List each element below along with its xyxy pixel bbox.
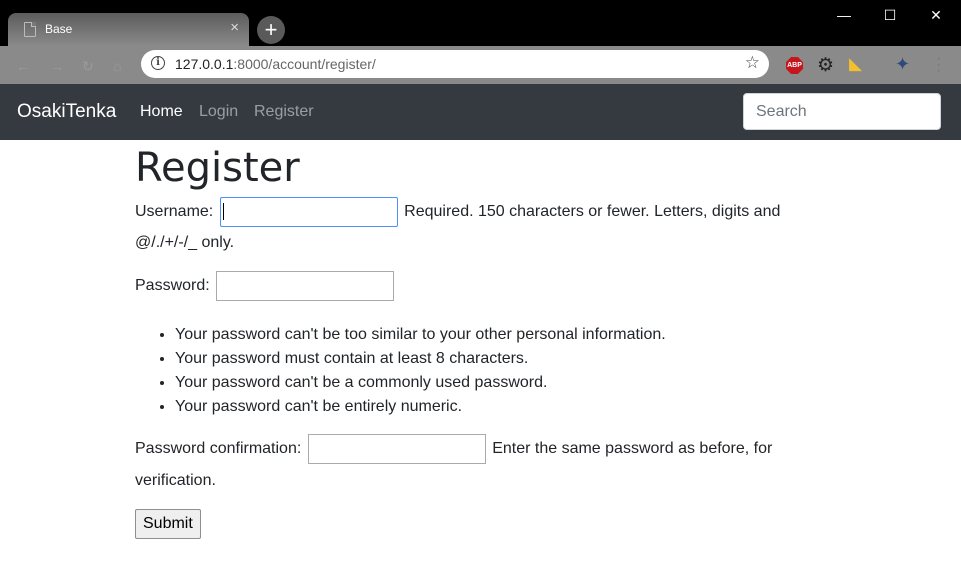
close-window-button[interactable]: ✕ [913, 4, 959, 26]
site-navbar: OsakiTenka Home Login Register [0, 84, 961, 140]
nav-home-link[interactable]: Home [140, 103, 183, 121]
username-row: Username: Required. 150 characters or fe… [135, 197, 780, 227]
text-caret [222, 203, 224, 220]
browser-tab[interactable]: Base × [8, 13, 249, 46]
password-confirmation-help-continued: verification. [135, 472, 216, 489]
password-input[interactable] [216, 271, 395, 301]
browser-titlebar: Base × + — ☐ ✕ [0, 0, 961, 46]
password-confirmation-row: Password confirmation: Enter the same pa… [135, 434, 772, 464]
password-confirmation-help: Enter the same password as before, for [492, 440, 773, 458]
tab-close-icon[interactable]: × [230, 18, 239, 38]
nav-login-link[interactable]: Login [199, 103, 238, 121]
list-item: Your password can't be too similar to yo… [175, 323, 666, 347]
brand-link[interactable]: OsakiTenka [17, 101, 116, 123]
password-label: Password: [135, 277, 210, 295]
gear-icon[interactable]: ⚙ [817, 54, 834, 77]
forward-icon[interactable]: → [50, 58, 64, 74]
password-confirmation-input[interactable] [307, 434, 486, 464]
extension-puzzle-icon[interactable]: ✦ [895, 54, 910, 75]
address-bar[interactable]: i 127.0.0.1:8000/account/register/ ☆ [141, 50, 769, 78]
username-label: Username: [135, 203, 214, 221]
username-help-text: Required. 150 characters or fewer. Lette… [404, 203, 781, 221]
tab-title: Base [45, 22, 73, 36]
search-input[interactable] [743, 93, 941, 130]
url-host: 127.0.0.1 [175, 56, 234, 72]
new-tab-button[interactable]: + [257, 16, 285, 44]
reload-icon[interactable]: ↻ [82, 58, 94, 75]
list-item: Your password must contain at least 8 ch… [175, 347, 666, 371]
list-item: Your password can't be entirely numeric. [175, 395, 666, 419]
password-rules-list: Your password can't be too similar to yo… [135, 323, 666, 419]
password-row: Password: [135, 271, 396, 301]
password-confirmation-label: Password confirmation: [135, 440, 302, 458]
browser-toolbar: ← → ↻ ⌂ i 127.0.0.1:8000/account/registe… [0, 46, 961, 84]
submit-button[interactable]: Submit [135, 509, 201, 539]
bookmark-star-icon[interactable]: ☆ [745, 53, 760, 73]
page-icon [24, 22, 36, 37]
back-icon[interactable]: ← [16, 58, 30, 74]
url-text[interactable]: 127.0.0.1:8000/account/register/ [175, 56, 376, 72]
maximize-button[interactable]: ☐ [867, 4, 913, 26]
page-title: Register [135, 145, 300, 191]
username-input[interactable] [219, 197, 398, 227]
adblock-icon[interactable]: ABP [786, 57, 803, 74]
info-icon[interactable]: i [151, 56, 165, 70]
url-path: :8000/account/register/ [233, 56, 376, 72]
minimize-button[interactable]: — [821, 4, 867, 26]
extension-bird-icon[interactable]: ◣ [849, 54, 862, 74]
username-help-continued: @/./+/-/_ only. [135, 234, 235, 251]
nav-register-link[interactable]: Register [254, 103, 314, 121]
list-item: Your password can't be a commonly used p… [175, 371, 666, 395]
browser-menu-icon[interactable]: · · · [936, 51, 941, 79]
home-icon[interactable]: ⌂ [113, 58, 121, 74]
